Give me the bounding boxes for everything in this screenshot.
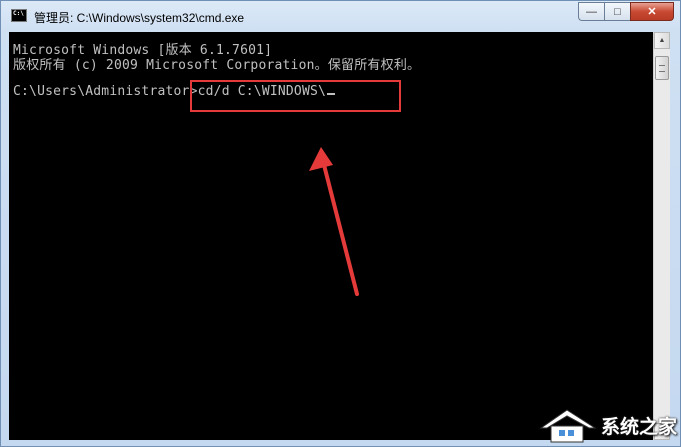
title-bar[interactable]: C:\ 管理员: C:\Windows\system32\cmd.exe — □… [1, 1, 680, 31]
scroll-thumb[interactable] [655, 56, 669, 80]
scroll-up-icon[interactable]: ▲ [654, 32, 670, 49]
cmd-icon[interactable]: C:\ [11, 9, 27, 22]
cmd-icon-text: C:\ [13, 10, 24, 17]
close-icon: ✕ [647, 6, 657, 18]
annotation-highlight-box [190, 80, 401, 112]
cmd-window: C:\ 管理员: C:\Windows\system32\cmd.exe — □… [0, 0, 681, 447]
watermark-text: 系统之家 [600, 415, 677, 438]
vertical-scrollbar[interactable]: ▲ ▼ [653, 32, 670, 440]
annotation-arrow-icon [309, 147, 359, 296]
minimize-button[interactable]: — [578, 2, 604, 21]
minimize-icon: — [586, 5, 597, 18]
close-button[interactable]: ✕ [630, 2, 674, 21]
house-logo-icon [539, 409, 597, 443]
maximize-button[interactable]: □ [604, 2, 630, 21]
caption-buttons: — □ ✕ [578, 2, 674, 22]
window-title: 管理员: C:\Windows\system32\cmd.exe [34, 11, 245, 25]
console-area[interactable]: Microsoft Windows [版本 6.1.7601] 版权所有 (c)… [9, 32, 653, 440]
maximize-icon: □ [614, 5, 621, 18]
watermark: 系统之家 [537, 405, 677, 445]
console-line-copyright: 版权所有 (c) 2009 Microsoft Corporation。保留所有… [13, 58, 421, 73]
